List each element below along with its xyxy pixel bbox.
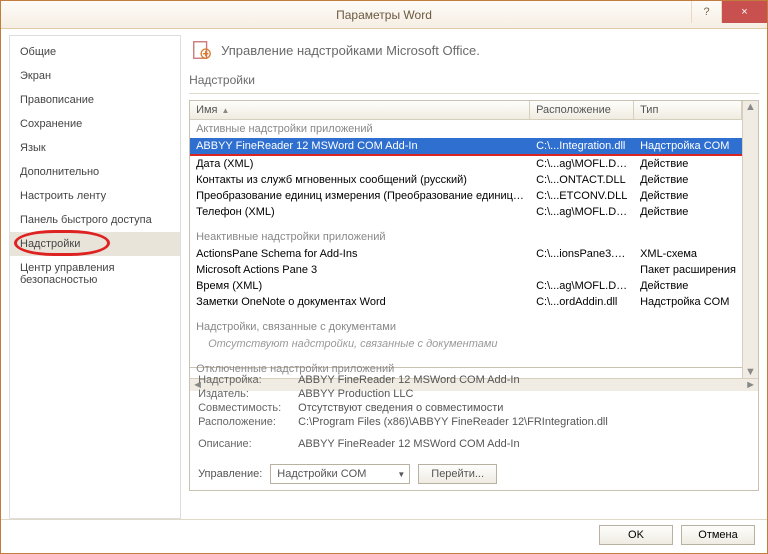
label-compat: Совместимость:: [198, 402, 298, 414]
sort-asc-icon: ▲: [222, 106, 230, 115]
label-publisher: Издатель:: [198, 388, 298, 400]
close-button[interactable]: ×: [721, 1, 767, 23]
manage-label: Управление:: [198, 468, 262, 480]
sidebar-item-trust[interactable]: Центр управления безопасностью: [10, 256, 180, 292]
empty-note: Отсутствуют надстройки, связанные с доку…: [190, 336, 742, 352]
label-location: Расположение:: [198, 416, 298, 428]
sidebar: Общие Экран Правописание Сохранение Язык…: [9, 35, 181, 519]
titlebar: Параметры Word ? ×: [1, 1, 767, 29]
ok-button[interactable]: OK: [599, 525, 673, 545]
table-row[interactable]: Преобразование единиц измерения (Преобра…: [190, 188, 742, 204]
window-title: Параметры Word: [1, 8, 767, 22]
table-row[interactable]: Время (XML)C:\...ag\MOFL.DLLДействие: [190, 278, 742, 294]
label-description: Описание:: [198, 438, 298, 450]
sidebar-item-save[interactable]: Сохранение: [10, 112, 180, 136]
section-label: Надстройки: [189, 73, 759, 87]
value-publisher: ABBYY Production LLC: [298, 388, 413, 400]
sidebar-item-label: Надстройки: [20, 238, 80, 250]
sidebar-item-ribbon[interactable]: Настроить ленту: [10, 184, 180, 208]
table-row[interactable]: ActionsPane Schema for Add-InsC:\...ions…: [190, 246, 742, 262]
sidebar-item-general[interactable]: Общие: [10, 40, 180, 64]
divider: [189, 93, 759, 94]
table-row[interactable]: ABBYY FineReader 12 MSWord COM Add-In C:…: [190, 138, 742, 156]
col-name[interactable]: Имя▲: [190, 101, 530, 119]
group-active: Активные надстройки приложений: [190, 120, 742, 138]
group-disabled: Отключенные надстройки приложений: [190, 360, 742, 378]
sidebar-item-display[interactable]: Экран: [10, 64, 180, 88]
table-row[interactable]: Microsoft Actions Pane 3Пакет расширения: [190, 262, 742, 278]
addins-table: Имя▲ Расположение Тип ▲ Активные надстро…: [189, 100, 759, 368]
col-location[interactable]: Расположение: [530, 101, 634, 119]
value-compat: Отсутствуют сведения о совместимости: [298, 402, 503, 414]
group-inactive: Неактивные надстройки приложений: [190, 228, 742, 246]
footer: OK Отмена: [1, 519, 767, 549]
group-docs: Надстройки, связанные с документами: [190, 318, 742, 336]
table-row[interactable]: Телефон (XML)C:\...ag\MOFL.DLLДействие: [190, 204, 742, 220]
sidebar-item-proofing[interactable]: Правописание: [10, 88, 180, 112]
help-button[interactable]: ?: [691, 1, 721, 23]
combo-value: Надстройки COM: [277, 468, 366, 480]
page-title: Управление надстройками Microsoft Office…: [221, 43, 480, 58]
manage-combo[interactable]: Надстройки COM ▼: [270, 464, 410, 484]
table-row[interactable]: Дата (XML)C:\...ag\MOFL.DLLДействие: [190, 156, 742, 172]
sidebar-item-language[interactable]: Язык: [10, 136, 180, 160]
sidebar-item-qat[interactable]: Панель быстрого доступа: [10, 208, 180, 232]
cancel-button[interactable]: Отмена: [681, 525, 755, 545]
vscroll-track[interactable]: ▼: [742, 120, 758, 378]
value-location: C:\Program Files (x86)\ABBYY FineReader …: [298, 416, 608, 428]
vscroll[interactable]: ▲: [742, 101, 758, 120]
table-row[interactable]: Заметки OneNote о документах WordC:\...o…: [190, 294, 742, 310]
table-body: Активные надстройки приложений ABBYY Fin…: [190, 120, 742, 378]
details-pane: Надстройка:ABBYY FineReader 12 MSWord CO…: [189, 368, 759, 491]
table-row[interactable]: Контакты из служб мгновенных сообщений (…: [190, 172, 742, 188]
sidebar-item-addins[interactable]: Надстройки: [10, 232, 180, 256]
sidebar-item-advanced[interactable]: Дополнительно: [10, 160, 180, 184]
addins-icon: [191, 39, 213, 61]
value-description: ABBYY FineReader 12 MSWord COM Add-In: [298, 438, 520, 450]
main-panel: Управление надстройками Microsoft Office…: [189, 35, 759, 519]
col-type[interactable]: Тип: [634, 101, 742, 119]
go-button[interactable]: Перейти...: [418, 464, 497, 484]
chevron-down-icon: ▼: [397, 470, 405, 479]
